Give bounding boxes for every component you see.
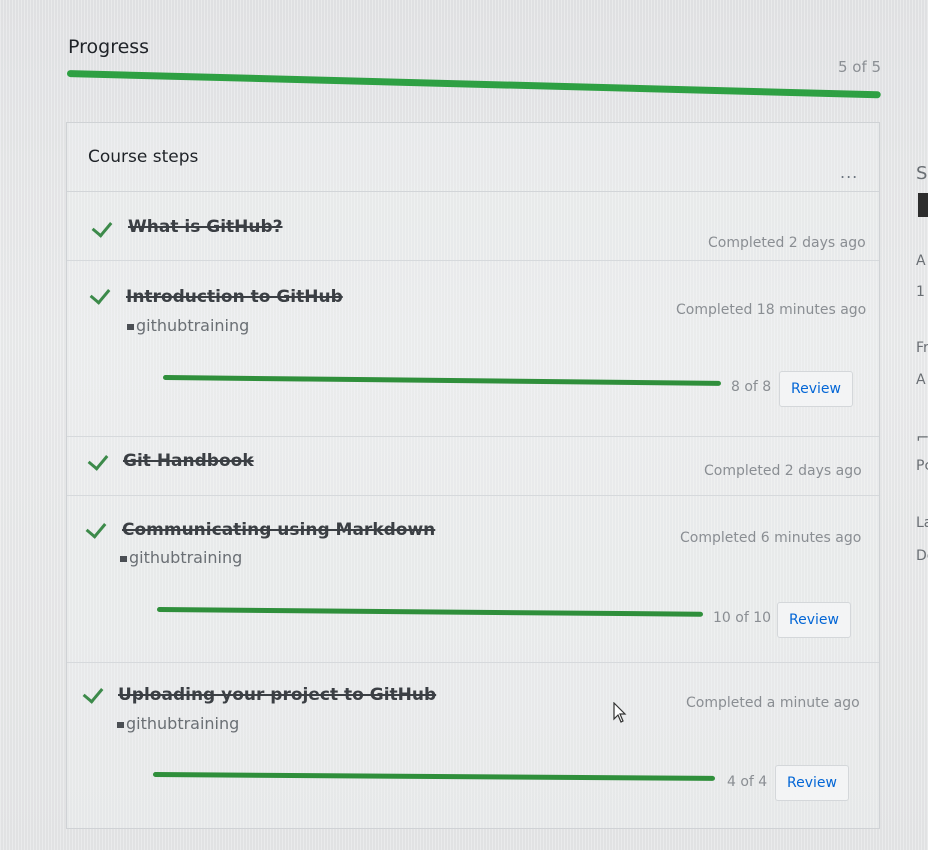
review-button[interactable]: Review	[775, 765, 849, 801]
step-status: Completed 18 minutes ago	[676, 302, 867, 318]
org-name: githubtraining	[126, 714, 240, 733]
step-progress-count: 10 of 10	[713, 610, 772, 626]
more-options-icon[interactable]: ...	[840, 163, 858, 182]
progress-count: 5 of 5	[838, 58, 882, 76]
step-communicating-using-markdown: Communicating using Markdown githubtrain…	[67, 496, 879, 663]
org-avatar-icon	[120, 555, 127, 562]
step-title[interactable]: Communicating using Markdown	[122, 520, 435, 540]
org-avatar-icon	[127, 323, 134, 330]
step-status: Completed 6 minutes ago	[680, 530, 862, 546]
sidebar-fragment: A	[916, 253, 926, 269]
org-link[interactable]: githubtraining	[127, 316, 249, 335]
step-title[interactable]: What is GitHub?	[128, 217, 283, 237]
step-title[interactable]: Introduction to GitHub	[126, 287, 343, 307]
org-avatar-icon	[117, 721, 124, 728]
sidebar-fragment: Fr	[916, 340, 928, 356]
step-git-handbook: Git Handbook Completed 2 days ago	[67, 437, 879, 496]
screen: Progress 5 of 5 Course steps ... What is…	[0, 0, 928, 850]
check-icon	[85, 517, 107, 539]
step-progress-bar	[162, 375, 721, 386]
check-icon	[87, 449, 109, 471]
check-icon	[91, 216, 113, 238]
org-link[interactable]: githubtraining	[117, 714, 239, 733]
step-progress-bar	[152, 772, 716, 781]
review-button[interactable]: Review	[779, 371, 853, 407]
step-title[interactable]: Git Handbook	[123, 451, 254, 471]
sidebar-icon: ⌐	[916, 428, 928, 447]
sidebar-fragment: La	[916, 515, 928, 531]
sidebar-fragment: S	[916, 163, 928, 184]
step-progress-bar	[156, 607, 704, 617]
org-link[interactable]: githubtraining	[120, 548, 242, 567]
sidebar-fragment: A	[916, 372, 926, 388]
course-steps-panel: Course steps ... What is GitHub? Complet…	[66, 122, 880, 829]
progress-title: Progress	[68, 36, 150, 58]
step-status: Completed a minute ago	[686, 695, 860, 711]
step-introduction-to-github: Introduction to GitHub githubtraining Co…	[67, 261, 879, 437]
sidebar-fragment: Pc	[916, 458, 928, 474]
course-steps-title: Course steps	[88, 147, 199, 167]
sidebar-block	[918, 193, 928, 217]
step-progress-count: 4 of 4	[727, 774, 768, 790]
step-what-is-github: What is GitHub? Completed 2 days ago	[67, 192, 879, 261]
step-status: Completed 2 days ago	[704, 463, 862, 479]
mouse-pointer-icon	[613, 702, 627, 723]
org-name: githubtraining	[129, 548, 243, 567]
overall-progress-bar	[66, 70, 881, 99]
step-progress-count: 8 of 8	[731, 379, 772, 395]
course-steps-header: Course steps ...	[67, 123, 879, 192]
review-button[interactable]: Review	[777, 602, 851, 638]
sidebar-fragment: 1	[916, 284, 925, 300]
step-uploading-your-project: Uploading your project to GitHub githubt…	[67, 663, 879, 827]
check-icon	[82, 682, 104, 704]
step-status: Completed 2 days ago	[708, 235, 866, 251]
check-icon	[89, 283, 111, 305]
org-name: githubtraining	[136, 316, 250, 335]
sidebar-fragment: De	[916, 548, 928, 564]
step-title[interactable]: Uploading your project to GitHub	[118, 685, 436, 705]
